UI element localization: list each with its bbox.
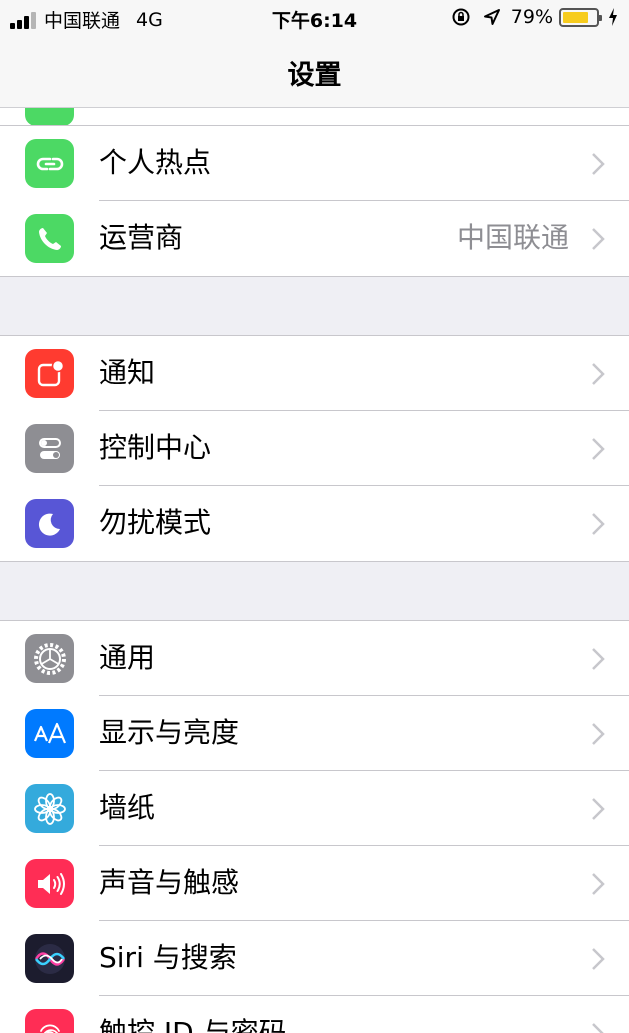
navigation-bar: 设置 bbox=[0, 36, 629, 108]
settings-row-touch-id-passcode[interactable]: 触控 ID 与密码 bbox=[0, 996, 629, 1033]
settings-row-carrier[interactable]: 运营商 中国联通 bbox=[0, 201, 629, 276]
settings-row-wallpaper[interactable]: 墙纸 bbox=[0, 771, 629, 846]
settings-row-label: 通知 bbox=[99, 356, 156, 389]
chevron-right-icon bbox=[592, 798, 605, 820]
settings-row-label: 声音与触感 bbox=[99, 866, 240, 899]
chevron-right-icon bbox=[592, 513, 605, 535]
chevron-right-icon bbox=[592, 873, 605, 895]
chevron-right-icon bbox=[592, 1023, 604, 1033]
wallpaper-flower-icon bbox=[25, 784, 74, 833]
carrier-phone-icon bbox=[25, 214, 74, 263]
chevron-right-icon bbox=[592, 153, 605, 175]
chevron-right-icon bbox=[592, 363, 605, 385]
settings-row-display-brightness[interactable]: 显示与亮度 bbox=[0, 696, 629, 771]
personal-hotspot-icon bbox=[25, 139, 74, 188]
settings-row-label: 显示与亮度 bbox=[99, 716, 240, 749]
chevron-right-icon bbox=[592, 723, 605, 745]
settings-row-label: 控制中心 bbox=[99, 431, 212, 464]
chevron-right-icon bbox=[592, 948, 605, 970]
charging-bolt-icon bbox=[609, 8, 617, 26]
chevron-right-icon bbox=[592, 438, 605, 460]
settings-group-notifications: 通知 控制中心 勿扰模式 bbox=[0, 335, 629, 562]
settings-row-general[interactable]: 通用 bbox=[0, 621, 629, 696]
moon-icon bbox=[25, 499, 74, 548]
settings-row-label: Siri 与搜索 bbox=[99, 941, 237, 974]
settings-row-label: 运营商 bbox=[99, 221, 184, 254]
status-bar: 中国联通 4G 下午6:14 79% bbox=[0, 0, 629, 36]
battery-fill bbox=[563, 11, 589, 23]
sound-speaker-icon bbox=[25, 859, 74, 908]
chevron-right-icon bbox=[592, 228, 605, 250]
settings-row-label: 勿扰模式 bbox=[99, 506, 212, 539]
battery-percent: 79% bbox=[510, 6, 553, 28]
settings-row-sounds-haptics[interactable]: 声音与触感 bbox=[0, 846, 629, 921]
location-arrow-icon bbox=[483, 9, 500, 25]
gear-icon bbox=[25, 634, 74, 683]
chevron-right-icon bbox=[592, 648, 605, 670]
settings-row-siri-search[interactable]: Siri 与搜索 bbox=[0, 921, 629, 996]
settings-row-control-center[interactable]: 控制中心 bbox=[0, 411, 629, 486]
settings-group-general: 通用 显示与亮度 墙纸 声音与触感 Siri 与搜索 触控 ID 与密码 bbox=[0, 620, 629, 1033]
carrier-detail-value: 中国联通 bbox=[456, 221, 569, 254]
siri-icon bbox=[25, 934, 74, 983]
status-right: 79% bbox=[451, 6, 619, 28]
cellular-icon[interactable] bbox=[25, 108, 74, 125]
page-title: 设置 bbox=[287, 60, 342, 91]
settings-row-label: 通用 bbox=[99, 641, 156, 674]
settings-row-notifications[interactable]: 通知 bbox=[0, 336, 629, 411]
settings-row-personal-hotspot[interactable]: 个人热点 bbox=[0, 126, 629, 201]
settings-group-network: 个人热点 运营商 中国联通 bbox=[0, 125, 629, 277]
settings-row-label: 个人热点 bbox=[99, 146, 212, 179]
fingerprint-icon bbox=[25, 1009, 74, 1033]
control-center-icon bbox=[25, 424, 74, 473]
settings-row-label: 触控 ID 与密码 bbox=[99, 1016, 287, 1033]
battery-icon bbox=[559, 7, 602, 27]
notifications-icon bbox=[25, 349, 74, 398]
display-brightness-icon bbox=[25, 709, 74, 758]
rotation-lock-icon bbox=[452, 8, 470, 26]
settings-row-do-not-disturb[interactable]: 勿扰模式 bbox=[0, 486, 629, 561]
settings-row-label: 墙纸 bbox=[99, 791, 156, 824]
settings-group-partial bbox=[0, 108, 629, 126]
